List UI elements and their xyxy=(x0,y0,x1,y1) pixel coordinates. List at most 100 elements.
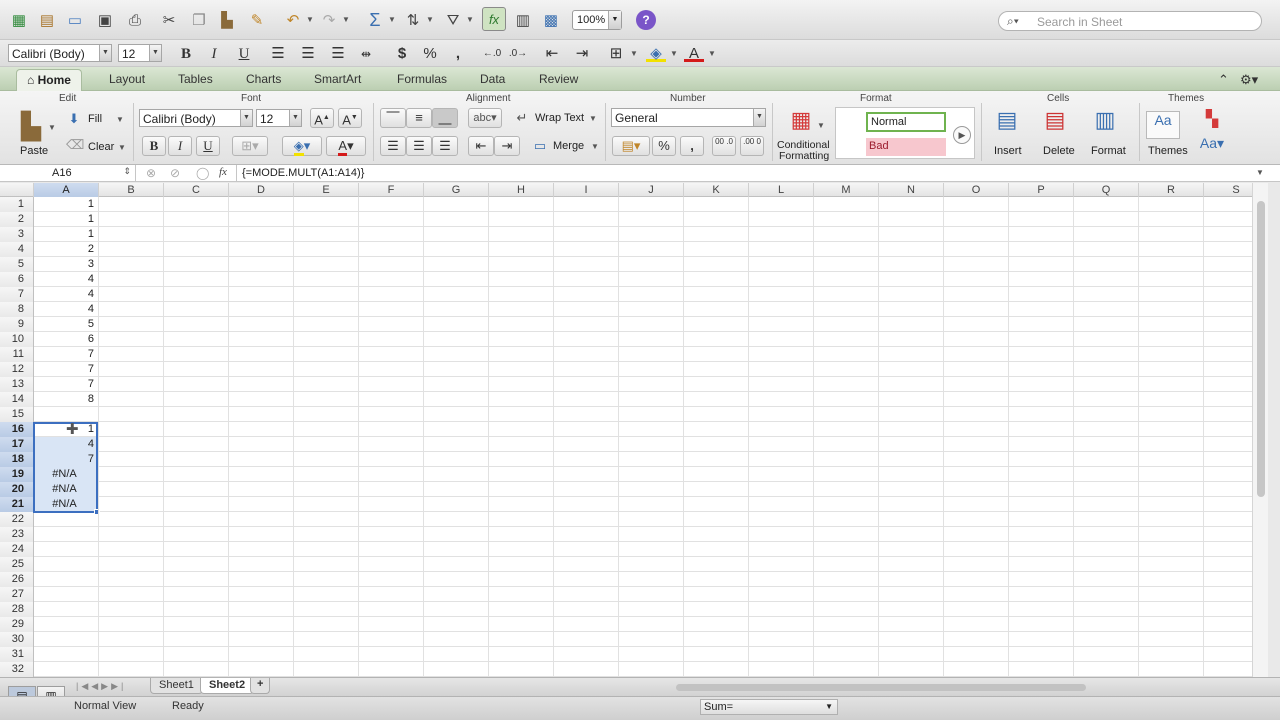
name-box[interactable]: A16 ⇕ xyxy=(0,165,136,181)
tab-layout[interactable]: Layout xyxy=(109,72,145,86)
font-color-dropdown-icon[interactable]: ▼ xyxy=(708,49,716,58)
font-size-select[interactable]: 12 ▼ xyxy=(118,44,162,62)
font-size-dropdown-icon[interactable]: ▼ xyxy=(149,45,161,61)
borders-icon[interactable]: ⊞ xyxy=(606,44,626,64)
conditional-formatting-label-2[interactable]: Formatting xyxy=(779,150,829,162)
sheet-nav-arrows-icon[interactable]: |◀◀▶▶| xyxy=(76,681,126,692)
ribbon-font-name-dropdown-icon[interactable]: ▼ xyxy=(240,110,252,126)
accounting-format-icon[interactable]: ▤▾ xyxy=(612,136,650,156)
cell-a19[interactable]: #N/A xyxy=(34,467,97,482)
number-format-select[interactable]: General ▼ xyxy=(611,108,766,127)
column-header-j[interactable]: J xyxy=(619,183,684,197)
ribbon-bold-icon[interactable]: B xyxy=(142,136,166,156)
cell-a3[interactable]: 1 xyxy=(34,227,97,242)
decrease-indent-icon[interactable]: ⇤ xyxy=(542,44,562,64)
styles-next-icon[interactable]: ▶ xyxy=(953,126,971,144)
column-header-g[interactable]: G xyxy=(424,183,489,197)
cell-a2[interactable]: 1 xyxy=(34,212,97,227)
row-header[interactable]: 32 xyxy=(0,662,34,677)
cell-a31[interactable] xyxy=(34,647,97,662)
help-icon[interactable]: ? xyxy=(636,10,656,30)
row-header[interactable]: 3 xyxy=(0,227,34,242)
row-header[interactable]: 2 xyxy=(0,212,34,227)
delete-button[interactable]: Delete xyxy=(1043,145,1075,157)
collapse-ribbon-icon[interactable]: ⌃ xyxy=(1218,72,1229,88)
spreadsheet-grid[interactable]: ABCDEFGHIJKLMNOPQRS 1 1 2 1 3 1 4 2 5 3 6 4 7 4 8 4 9 5 10… xyxy=(0,183,1252,677)
ribbon-font-size-dropdown-icon[interactable]: ▼ xyxy=(289,110,301,126)
style-bad[interactable]: Bad xyxy=(866,138,946,156)
row-header[interactable]: 21 xyxy=(0,497,34,512)
tab-charts[interactable]: Charts xyxy=(246,72,281,86)
sum-dropdown-icon[interactable]: ▼ xyxy=(825,702,833,711)
sheet-tab-sheet1[interactable]: Sheet1 xyxy=(150,678,203,694)
cell-a11[interactable]: 7 xyxy=(34,347,97,362)
theme-fonts-icon[interactable]: Aa▾ xyxy=(1198,135,1226,155)
align-center-icon[interactable]: ☰ xyxy=(298,44,318,64)
column-header-s[interactable]: S xyxy=(1204,183,1252,197)
tab-smartart[interactable]: SmartArt xyxy=(314,72,361,86)
align-right-icon[interactable]: ☰ xyxy=(328,44,348,64)
autosum-icon[interactable]: Σ xyxy=(364,9,386,31)
filter-icon[interactable]: ⛛ xyxy=(442,9,464,31)
increase-decimal-icon[interactable]: ←.0 xyxy=(482,44,502,64)
row-header[interactable]: 15 xyxy=(0,407,34,422)
ribbon-underline-icon[interactable]: U xyxy=(196,136,220,156)
redo-icon[interactable]: ↷ xyxy=(318,9,340,31)
fill-color-dropdown-icon[interactable]: ▼ xyxy=(670,49,678,58)
cell-a29[interactable] xyxy=(34,617,97,632)
column-header-l[interactable]: L xyxy=(749,183,814,197)
align-top-icon[interactable]: ⎺ xyxy=(380,108,406,128)
conditional-formatting-icon[interactable]: ▦ xyxy=(784,107,818,137)
row-header[interactable]: 18 xyxy=(0,452,34,467)
cell-a26[interactable] xyxy=(34,572,97,587)
horizontal-scrollbar[interactable] xyxy=(672,682,1246,692)
cell-a17[interactable]: 4 xyxy=(34,437,97,452)
ribbon-align-left-icon[interactable]: ☰ xyxy=(380,136,406,156)
cell-a5[interactable]: 3 xyxy=(34,257,97,272)
ribbon-settings-icon[interactable]: ⚙▾ xyxy=(1240,72,1258,88)
bold-icon[interactable]: B xyxy=(176,44,196,64)
tab-data[interactable]: Data xyxy=(480,72,505,86)
paste-dropdown-icon[interactable]: ▼ xyxy=(48,123,56,132)
select-all-corner[interactable] xyxy=(0,183,34,197)
ribbon-align-right-icon[interactable]: ☰ xyxy=(432,136,458,156)
cell-a9[interactable]: 5 xyxy=(34,317,97,332)
style-normal[interactable]: Normal xyxy=(866,112,946,132)
row-header[interactable]: 11 xyxy=(0,347,34,362)
sort-icon[interactable]: ⇅ xyxy=(402,9,424,31)
cell-a30[interactable] xyxy=(34,632,97,647)
ribbon-font-color-icon[interactable]: A▾ xyxy=(326,136,366,156)
cell-a6[interactable]: 4 xyxy=(34,272,97,287)
ribbon-comma-icon[interactable]: , xyxy=(680,136,704,156)
search-input[interactable]: ⌕▾ Search in Sheet xyxy=(998,11,1262,31)
row-header[interactable]: 8 xyxy=(0,302,34,317)
redo-dropdown-icon[interactable]: ▼ xyxy=(342,15,350,24)
row-header[interactable]: 23 xyxy=(0,527,34,542)
row-header[interactable]: 5 xyxy=(0,257,34,272)
row-header[interactable]: 16 xyxy=(0,422,34,437)
column-header-f[interactable]: F xyxy=(359,183,424,197)
delete-cells-icon[interactable]: ▤ xyxy=(1038,107,1072,139)
ribbon-percent-icon[interactable]: % xyxy=(652,136,676,156)
row-header[interactable]: 22 xyxy=(0,512,34,527)
row-header[interactable]: 20 xyxy=(0,482,34,497)
borders-dropdown-icon[interactable]: ▼ xyxy=(630,49,638,58)
column-header-r[interactable]: R xyxy=(1139,183,1204,197)
row-header[interactable]: 27 xyxy=(0,587,34,602)
row-header[interactable]: 24 xyxy=(0,542,34,557)
ribbon-italic-icon[interactable]: I xyxy=(168,136,192,156)
align-bottom-icon[interactable]: ⎽ xyxy=(432,108,458,128)
save-icon[interactable]: ▣ xyxy=(94,9,116,31)
format-cells-icon[interactable]: ▥ xyxy=(1088,107,1122,139)
print-icon[interactable]: ⎙ xyxy=(124,9,146,31)
new-workbook-icon[interactable]: ▦ xyxy=(8,9,30,31)
wrap-text-icon[interactable]: ↵ xyxy=(512,110,532,126)
row-header[interactable]: 29 xyxy=(0,617,34,632)
vertical-scroll-thumb[interactable] xyxy=(1257,201,1265,497)
row-header[interactable]: 13 xyxy=(0,377,34,392)
paste-large-icon[interactable]: ▙ xyxy=(14,111,48,143)
cell-a21[interactable]: #N/A xyxy=(34,497,97,512)
zoom-dropdown-icon[interactable]: ▼ xyxy=(608,11,621,29)
column-header-a[interactable]: A xyxy=(34,183,99,197)
percent-icon[interactable]: % xyxy=(420,44,440,64)
